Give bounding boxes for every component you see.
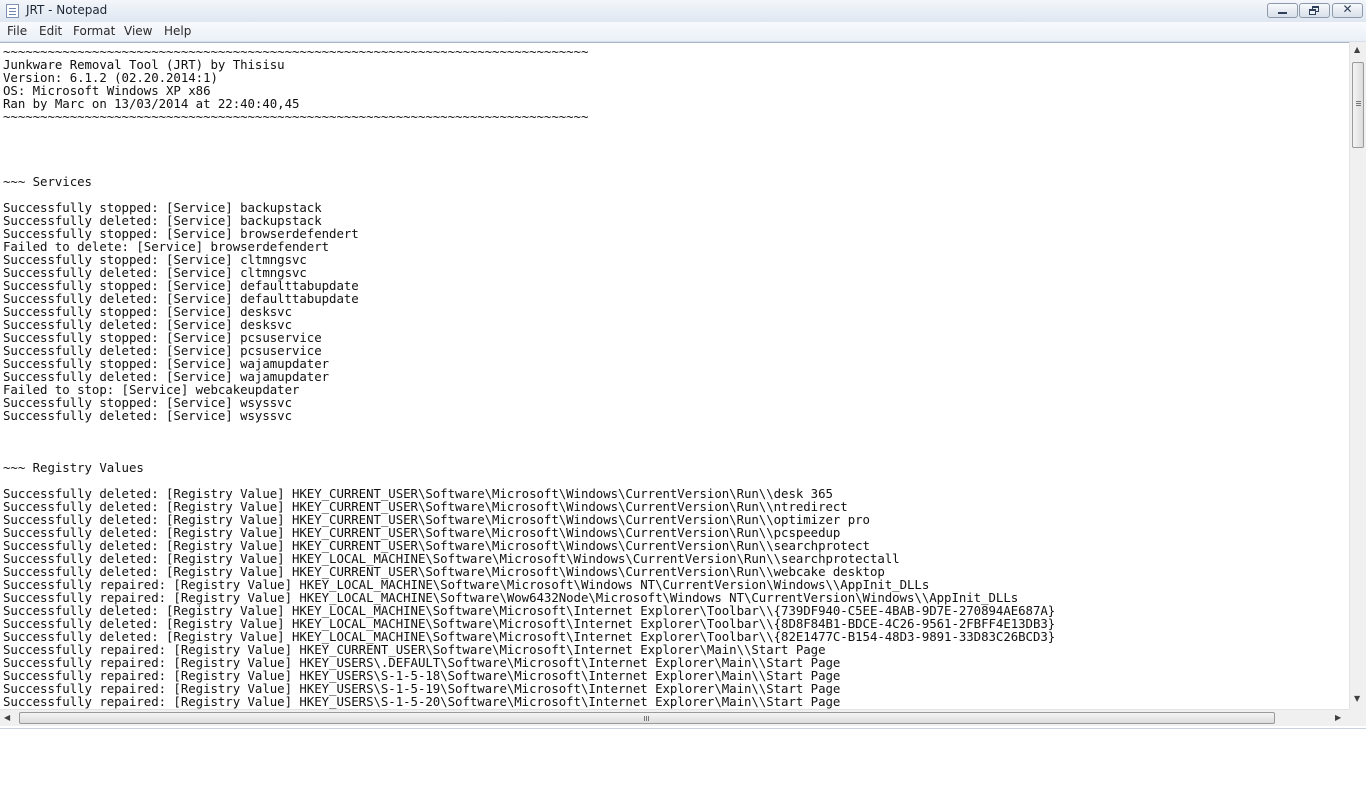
menu-bar: File Edit Format View Help xyxy=(0,22,1366,42)
notepad-icon[interactable] xyxy=(6,4,19,18)
close-icon: ✕ xyxy=(1342,2,1353,16)
title-bar[interactable]: JRT - Notepad ✕ xyxy=(0,0,1366,23)
menu-edit[interactable]: Edit xyxy=(39,24,62,38)
document-text[interactable]: ~~~~~~~~~~~~~~~~~~~~~~~~~~~~~~~~~~~~~~~~… xyxy=(0,43,1349,708)
menu-view[interactable]: View xyxy=(124,24,152,38)
window-title: JRT - Notepad xyxy=(26,3,108,17)
menu-format[interactable]: Format xyxy=(73,24,115,38)
menu-help[interactable]: Help xyxy=(164,24,191,38)
maximize-button[interactable] xyxy=(1299,3,1330,18)
vertical-scroll-thumb[interactable] xyxy=(1352,62,1364,148)
notepad-window: JRT - Notepad ✕ File Edit Format View He… xyxy=(0,0,1366,729)
scroll-right-icon[interactable]: ▶ xyxy=(1335,713,1341,722)
text-editor[interactable]: ~~~~~~~~~~~~~~~~~~~~~~~~~~~~~~~~~~~~~~~~… xyxy=(0,42,1349,710)
horizontal-scroll-thumb[interactable] xyxy=(19,712,1275,724)
scroll-up-icon[interactable]: ▲ xyxy=(1354,45,1360,54)
vertical-scrollbar[interactable]: ▲ ▼ xyxy=(1349,42,1366,709)
close-button[interactable]: ✕ xyxy=(1332,2,1363,18)
horizontal-scrollbar[interactable]: ◀ ▶ xyxy=(0,709,1349,726)
menu-file[interactable]: File xyxy=(7,24,27,38)
minimize-button[interactable] xyxy=(1267,3,1298,18)
scroll-down-icon[interactable]: ▼ xyxy=(1354,694,1360,703)
scrollbar-corner xyxy=(1349,709,1366,726)
scroll-left-icon[interactable]: ◀ xyxy=(4,713,10,722)
